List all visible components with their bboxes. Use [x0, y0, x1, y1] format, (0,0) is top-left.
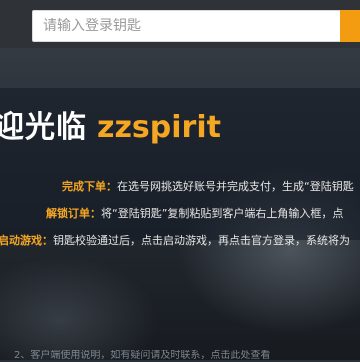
step-label: 解锁订单： [46, 207, 101, 220]
step-text: 将“登陆钥匙”复制粘贴到客户端右上角输入框，点 [101, 207, 344, 220]
login-key-search-box [32, 10, 342, 42]
welcome-heading: 迎光临 zzspirit [0, 102, 221, 154]
step-text: 在选号网挑选好账号并完成支付，生成“登陆钥匙 [117, 180, 354, 193]
step-label: 启动游戏： [0, 234, 53, 247]
top-bar [0, 0, 360, 48]
submit-key-button[interactable] [340, 10, 360, 42]
step-complete-order: 完成下单：在选号网挑选好账号并完成支付，生成“登陆钥匙 [62, 177, 354, 197]
step-start-game: 启动游戏：钥匙校验通过后，点击启动游戏，再点击官方登录，系统将为 [0, 231, 350, 251]
step-unlock-order: 解锁订单：将“登陆钥匙”复制粘贴到客户端右上角输入框，点 [46, 204, 343, 224]
username: zzspirit [97, 110, 221, 145]
footer-note: 2、客户端使用说明，如有疑问请及时联系，点击此处查看 [14, 350, 271, 361]
step-label: 完成下单： [62, 180, 117, 193]
welcome-text: 迎光临 [0, 110, 87, 145]
step-text: 钥匙校验通过后，点击启动游戏，再点击官方登录，系统将为 [53, 234, 350, 247]
login-key-input[interactable] [33, 11, 333, 41]
